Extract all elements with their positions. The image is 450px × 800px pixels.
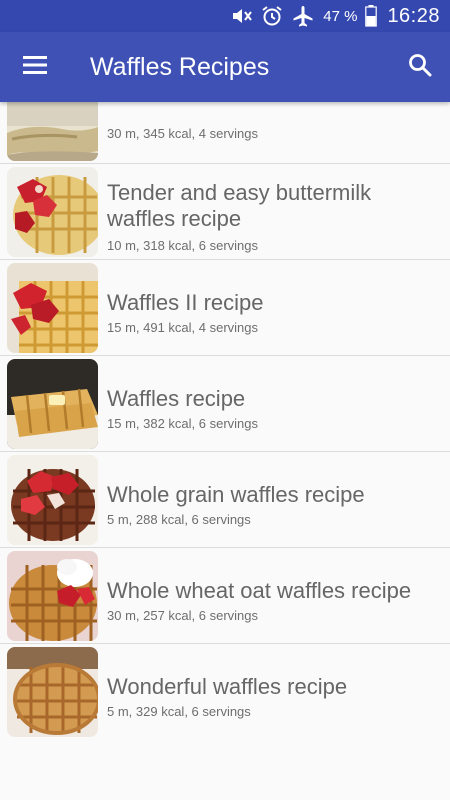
status-clock: 16:28: [387, 4, 440, 27]
recipe-list-item[interactable]: Wonderful waffles recipe 5 m, 329 kcal, …: [0, 644, 450, 740]
app-bar: Waffles Recipes: [0, 32, 450, 102]
recipe-meta: 10 m, 318 kcal, 6 servings: [107, 238, 259, 253]
recipe-thumbnail: [7, 455, 98, 545]
hamburger-menu-icon: [23, 55, 47, 79]
page-title: Waffles Recipes: [90, 52, 270, 81]
search-button[interactable]: [390, 32, 450, 102]
alarm-icon: [261, 5, 283, 27]
recipe-meta: 15 m, 491 kcal, 4 servings: [107, 320, 259, 335]
recipe-title: Wonderful waffles recipe: [107, 674, 348, 699]
recipe-list-item[interactable]: 30 m, 345 kcal, 4 servings: [0, 102, 450, 164]
recipe-list-item[interactable]: Waffles II recipe 15 m, 491 kcal, 4 serv…: [0, 260, 450, 356]
recipe-thumbnail: [7, 263, 98, 353]
recipe-meta: 5 m, 329 kcal, 6 servings: [107, 704, 251, 719]
recipe-thumbnail: [7, 167, 98, 257]
recipe-list[interactable]: 30 m, 345 kcal, 4 servings Tender and ea…: [0, 102, 450, 800]
recipe-meta: 5 m, 288 kcal, 6 servings: [107, 512, 251, 527]
recipe-meta: 15 m, 382 kcal, 6 servings: [107, 416, 259, 431]
recipe-title: Waffles II recipe: [107, 290, 264, 315]
search-icon: [408, 53, 432, 82]
recipe-meta: 30 m, 345 kcal, 4 servings: [107, 126, 259, 141]
recipe-thumbnail: [7, 647, 98, 737]
recipe-list-item[interactable]: Tender and easy buttermilk waffles recip…: [0, 164, 450, 260]
recipe-title: Whole grain waffles recipe: [107, 482, 365, 507]
recipe-list-item[interactable]: Whole grain waffles recipe 5 m, 288 kcal…: [0, 452, 450, 548]
recipe-list-item[interactable]: Waffles recipe 15 m, 382 kcal, 6 serving…: [0, 356, 450, 452]
status-bar: 47 % 16:28: [0, 0, 450, 32]
recipe-thumbnail: [7, 359, 98, 449]
recipe-thumbnail: [7, 551, 98, 641]
recipe-title: Tender and easy buttermilk waffles recip…: [107, 180, 372, 231]
recipe-thumbnail: [7, 102, 98, 161]
recipe-meta: 30 m, 257 kcal, 6 servings: [107, 608, 259, 623]
battery-percentage: 47 %: [323, 7, 358, 25]
recipe-title: Whole wheat oat waffles recipe: [107, 578, 412, 603]
airplane-mode-icon: [291, 5, 315, 27]
mute-icon: [231, 6, 253, 26]
menu-button[interactable]: [0, 32, 70, 102]
recipe-title: Waffles recipe: [107, 386, 246, 411]
recipe-list-item[interactable]: Whole wheat oat waffles recipe 30 m, 257…: [0, 548, 450, 644]
battery-icon: [365, 5, 378, 27]
